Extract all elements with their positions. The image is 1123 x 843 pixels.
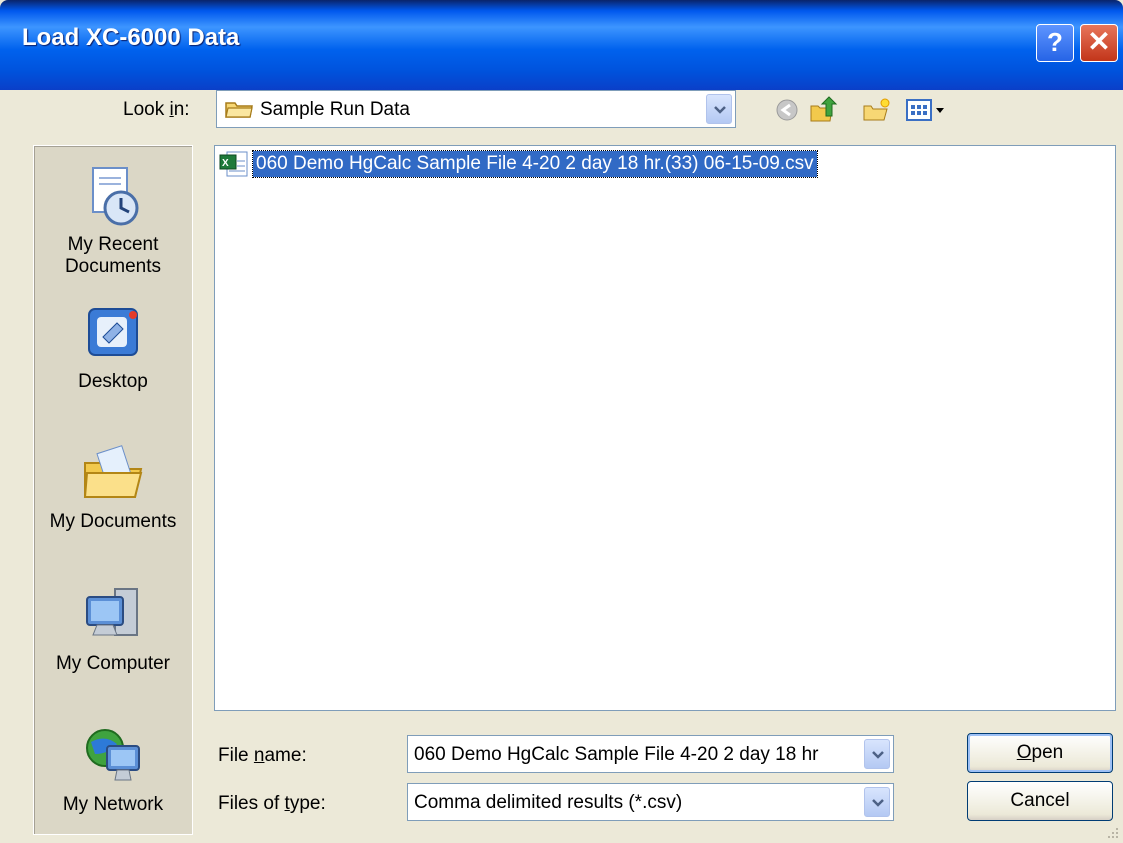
help-button[interactable]: ? [1036,24,1074,62]
folder-icon [225,102,253,118]
my-computer-icon [81,583,145,647]
place-my-documents[interactable]: My Documents [34,441,192,533]
filename-value[interactable]: 060 Demo HgCalc Sample File 4-20 2 day 1… [414,744,862,766]
close-button[interactable]: ✕ [1080,24,1118,62]
lookin-value: Sample Run Data [260,99,410,120]
close-icon: ✕ [1087,26,1111,57]
title-bar: Load XC-6000 Data ? ✕ [0,0,1123,90]
filename-label: File name: [218,745,307,766]
filetype-value: Comma delimited results (*.csv) [414,792,683,813]
filetype-label: Files of type: [218,793,326,814]
my-network-icon [81,724,145,788]
recent-documents-icon [81,164,145,228]
filename-field[interactable]: 060 Demo HgCalc Sample File 4-20 2 day 1… [407,735,894,773]
help-icon: ? [1047,27,1063,57]
my-documents-icon [81,441,145,505]
up-folder-icon[interactable] [808,96,838,124]
chevron-down-icon [872,751,884,759]
csv-file-icon: X [219,151,248,177]
view-menu-icon[interactable] [905,96,951,124]
open-button[interactable]: Open [967,733,1113,773]
svg-text:X: X [222,158,229,169]
place-desktop[interactable]: Desktop [34,301,192,393]
place-recent-documents[interactable]: My Recent Documents [34,164,192,278]
filetype-dropdown[interactable]: Comma delimited results (*.csv) [407,783,894,821]
lookin-dropdown[interactable]: Sample Run Data [216,90,736,128]
cancel-button[interactable]: Cancel [967,781,1113,821]
file-list[interactable]: X 060 Demo HgCalc Sample File 4-20 2 day… [214,145,1116,711]
filename-dropdown-button[interactable] [864,739,890,769]
place-my-network[interactable]: My Network [34,724,192,816]
window-title: Load XC-6000 Data [22,24,240,51]
chevron-down-icon [714,106,726,114]
desktop-icon [81,301,145,365]
places-bar: My Recent Documents Desktop My Documents [33,145,193,835]
lookin-dropdown-button[interactable] [706,94,732,124]
back-icon[interactable] [772,96,802,124]
new-folder-icon[interactable] [862,96,892,124]
place-my-computer[interactable]: My Computer [34,583,192,675]
filetype-dropdown-button[interactable] [864,787,890,817]
resize-grip-icon[interactable] [1104,824,1120,840]
lookin-label: Look in: [123,99,190,120]
file-name-label: 060 Demo HgCalc Sample File 4-20 2 day 1… [252,150,818,178]
chevron-down-icon [872,799,884,807]
